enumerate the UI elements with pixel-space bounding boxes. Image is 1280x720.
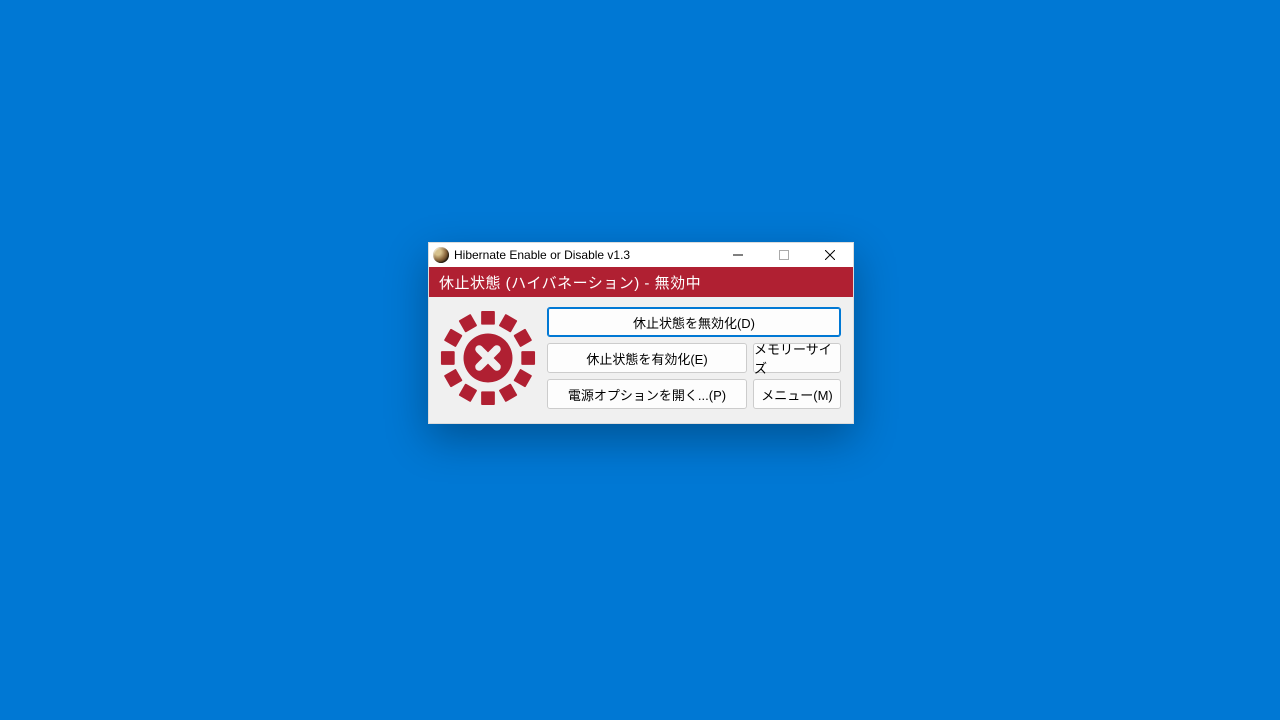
maximize-icon	[779, 250, 789, 260]
disabled-status-icon	[439, 309, 537, 407]
minimize-icon	[733, 250, 743, 260]
menu-button[interactable]: メニュー(M)	[753, 379, 841, 409]
buttons-column: 休止状態を無効化(D) 休止状態を有効化(E) メモリーサイズ 電源オプションを…	[547, 307, 841, 409]
row-2: 休止状態を有効化(E) メモリーサイズ	[547, 343, 841, 373]
power-options-button[interactable]: 電源オプションを開く...(P)	[547, 379, 747, 409]
titlebar[interactable]: Hibernate Enable or Disable v1.3	[429, 243, 853, 267]
enable-hibernate-button[interactable]: 休止状態を有効化(E)	[547, 343, 747, 373]
app-icon	[433, 247, 449, 263]
close-icon	[825, 250, 835, 260]
status-icon-cell	[439, 307, 537, 409]
memory-size-button[interactable]: メモリーサイズ	[753, 343, 841, 373]
app-window: Hibernate Enable or Disable v1.3 休止状態 (ハ…	[428, 242, 854, 424]
maximize-button	[761, 243, 807, 267]
window-title: Hibernate Enable or Disable v1.3	[454, 248, 715, 262]
close-button[interactable]	[807, 243, 853, 267]
disable-hibernate-button[interactable]: 休止状態を無効化(D)	[547, 307, 841, 337]
status-header: 休止状態 (ハイバネーション) - 無効中	[429, 267, 853, 297]
minimize-button[interactable]	[715, 243, 761, 267]
status-text: 休止状態 (ハイバネーション) - 無効中	[439, 272, 701, 293]
window-controls	[715, 243, 853, 267]
row-3: 電源オプションを開く...(P) メニュー(M)	[547, 379, 841, 409]
body-area: 休止状態を無効化(D) 休止状態を有効化(E) メモリーサイズ 電源オプションを…	[429, 297, 853, 423]
